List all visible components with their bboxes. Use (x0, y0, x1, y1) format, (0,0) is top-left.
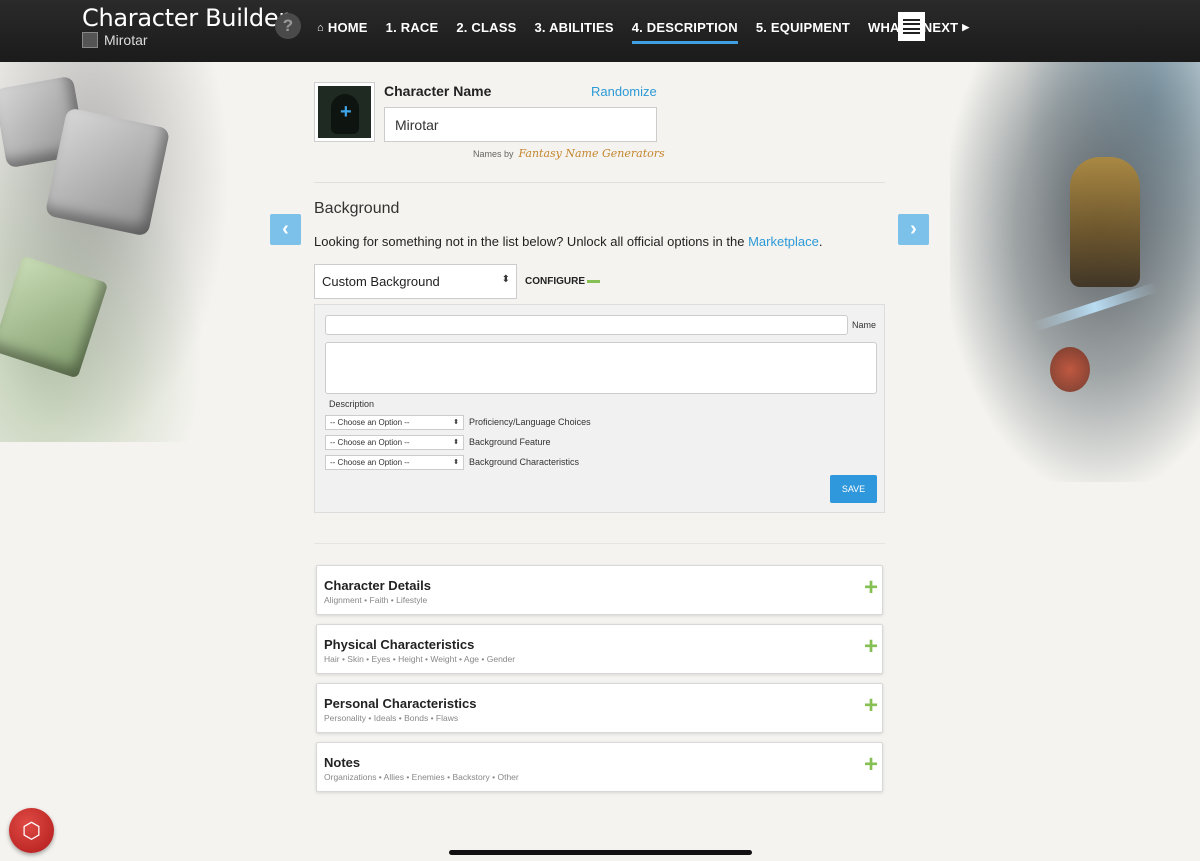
avatar-icon (82, 32, 98, 48)
characteristics-label: Background Characteristics (469, 457, 580, 467)
warrior-artwork (950, 62, 1200, 482)
expand-plus-icon[interactable]: + (864, 694, 878, 718)
character-sheet-icon[interactable] (898, 12, 925, 41)
character-name-input[interactable] (384, 107, 657, 142)
background-name-input[interactable] (325, 315, 848, 335)
home-icon: ⌂ (317, 21, 324, 34)
nav-home[interactable]: ⌂ HOME (317, 20, 368, 44)
dice-roller-icon[interactable]: ⬡ (9, 808, 54, 853)
card-title: Personal Characteristics (324, 696, 477, 711)
expand-plus-icon[interactable]: + (864, 576, 878, 600)
step-nav: ⌂ HOME 1. RACE 2. CLASS 3. ABILITIES 4. … (317, 20, 987, 44)
characteristics-select[interactable]: -- Choose an Option -- ⬍ (325, 455, 464, 470)
dice-artwork (0, 62, 230, 442)
feature-select[interactable]: -- Choose an Option -- ⬍ (325, 435, 464, 450)
background-name-label: Name (852, 320, 877, 330)
collapse-minus-icon[interactable] (587, 280, 600, 283)
select-caret-icon: ⬍ (453, 439, 459, 446)
background-description-label: Description (329, 399, 375, 409)
portrait-picker[interactable]: + (314, 82, 375, 142)
background-info: Looking for something not in the list be… (314, 234, 823, 249)
nav-abilities[interactable]: 3. ABILITIES (535, 20, 614, 44)
select-caret-icon: ⬍ (453, 419, 459, 426)
background-select[interactable]: Custom Background ⬍ (314, 264, 517, 299)
add-portrait-icon: + (340, 101, 352, 123)
name-credit: Names by Fantasy Name Generators (473, 147, 665, 160)
card-title: Physical Characteristics (324, 637, 475, 652)
name-generator-logo[interactable]: Fantasy Name Generators (519, 147, 665, 160)
select-caret-icon: ⬍ (453, 459, 459, 466)
home-indicator (449, 850, 752, 855)
configure-label[interactable]: CONFIGURE (525, 276, 585, 287)
divider (314, 182, 885, 183)
nav-description[interactable]: 4. DESCRIPTION (631, 20, 738, 44)
proficiency-select[interactable]: -- Choose an Option -- ⬍ (325, 415, 464, 430)
nav-race[interactable]: 1. RACE (386, 20, 439, 44)
next-step-button[interactable]: › (898, 214, 929, 245)
marketplace-link[interactable]: Marketplace (748, 234, 819, 249)
randomize-link[interactable]: Randomize (591, 84, 657, 99)
background-heading: Background (314, 200, 400, 217)
card-subtitle: Personality • Ideals • Bonds • Flaws (324, 713, 459, 723)
notes-card[interactable]: Notes Organizations • Allies • Enemies •… (316, 742, 883, 792)
card-subtitle: Hair • Skin • Eyes • Height • Weight • A… (324, 654, 516, 664)
divider (314, 543, 885, 544)
character-details-card[interactable]: Character Details Alignment • Faith • Li… (316, 565, 883, 615)
prev-step-button[interactable]: ‹ (270, 214, 301, 245)
triangle-right-icon: ▶ (962, 22, 970, 32)
custom-background-panel: Name Description -- Choose an Option -- … (314, 304, 885, 513)
character-name-label: Character Name (384, 83, 492, 99)
card-subtitle: Alignment • Faith • Lifestyle (324, 595, 428, 605)
nav-equipment[interactable]: 5. EQUIPMENT (756, 20, 850, 44)
expand-plus-icon[interactable]: + (864, 635, 878, 659)
select-caret-icon: ⬍ (501, 274, 510, 285)
background-description-input[interactable] (325, 342, 877, 394)
nav-class[interactable]: 2. CLASS (456, 20, 516, 44)
character-name-subtitle: Mirotar (104, 32, 148, 48)
expand-plus-icon[interactable]: + (864, 753, 878, 777)
character-indicator[interactable]: Mirotar (82, 32, 148, 48)
personal-characteristics-card[interactable]: Personal Characteristics Personality • I… (316, 683, 883, 733)
save-button[interactable]: SAVE (830, 475, 877, 503)
app-title: Character Builder (82, 4, 288, 32)
card-title: Character Details (324, 578, 431, 593)
physical-characteristics-card[interactable]: Physical Characteristics Hair • Skin • E… (316, 624, 883, 674)
top-bar: Character Builder Mirotar ? ⌂ HOME 1. RA… (0, 0, 1200, 62)
card-subtitle: Organizations • Allies • Enemies • Backs… (324, 772, 519, 782)
feature-label: Background Feature (469, 437, 551, 447)
help-icon[interactable]: ? (275, 13, 301, 39)
proficiency-label: Proficiency/Language Choices (469, 417, 591, 427)
card-title: Notes (324, 755, 361, 770)
